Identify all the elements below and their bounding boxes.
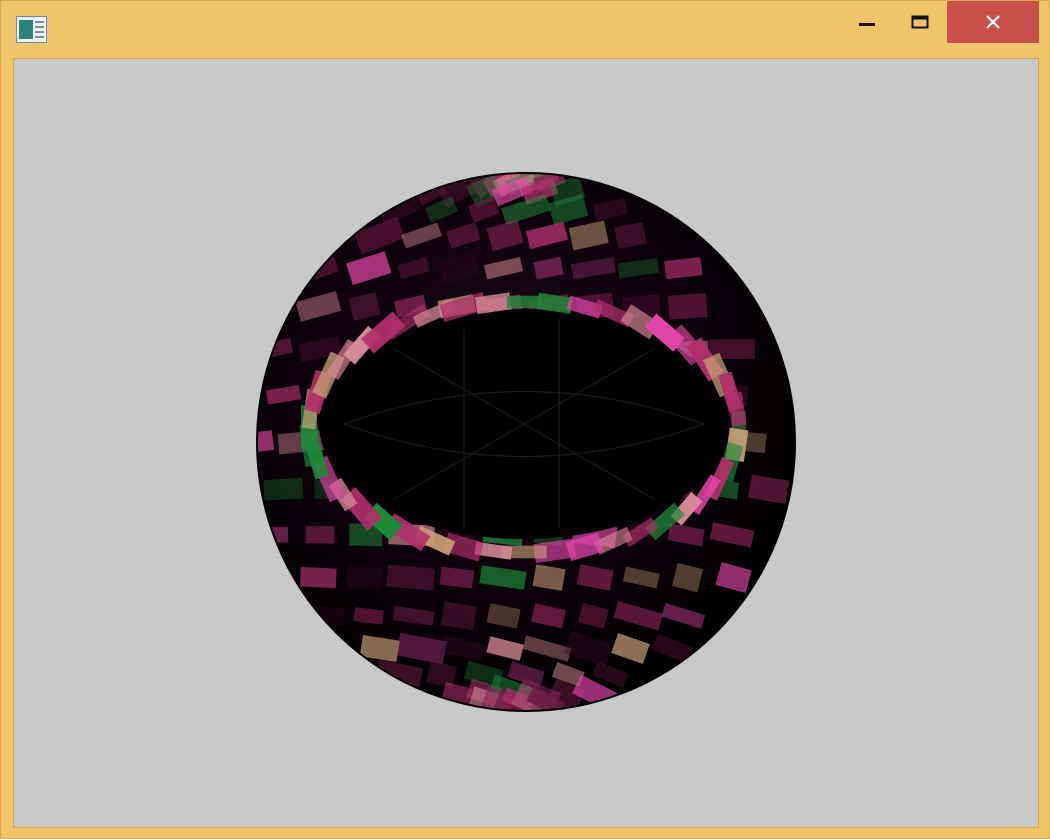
sphere-tile — [257, 383, 259, 407]
sphere-tile — [263, 477, 304, 501]
maximize-icon — [911, 15, 929, 29]
minimize-icon — [859, 23, 875, 26]
sphere-tile — [386, 564, 436, 591]
rim-tile — [506, 295, 542, 309]
application-window-icon[interactable] — [16, 16, 47, 43]
sphere-tile — [305, 526, 335, 544]
sphere-tile — [257, 291, 293, 322]
title-bar[interactable] — [1, 1, 1050, 47]
minimize-button[interactable] — [844, 1, 890, 43]
app-window — [0, 0, 1050, 839]
render-viewport[interactable] — [13, 58, 1039, 828]
sphere-tile — [300, 566, 337, 589]
sphere-tile — [303, 605, 345, 627]
sphere-tile — [346, 565, 383, 590]
close-button[interactable] — [947, 1, 1039, 43]
scene-canvas[interactable] — [14, 59, 1038, 827]
sphere-tile — [667, 293, 708, 320]
close-icon — [986, 15, 1000, 29]
maximize-button[interactable] — [897, 1, 943, 43]
